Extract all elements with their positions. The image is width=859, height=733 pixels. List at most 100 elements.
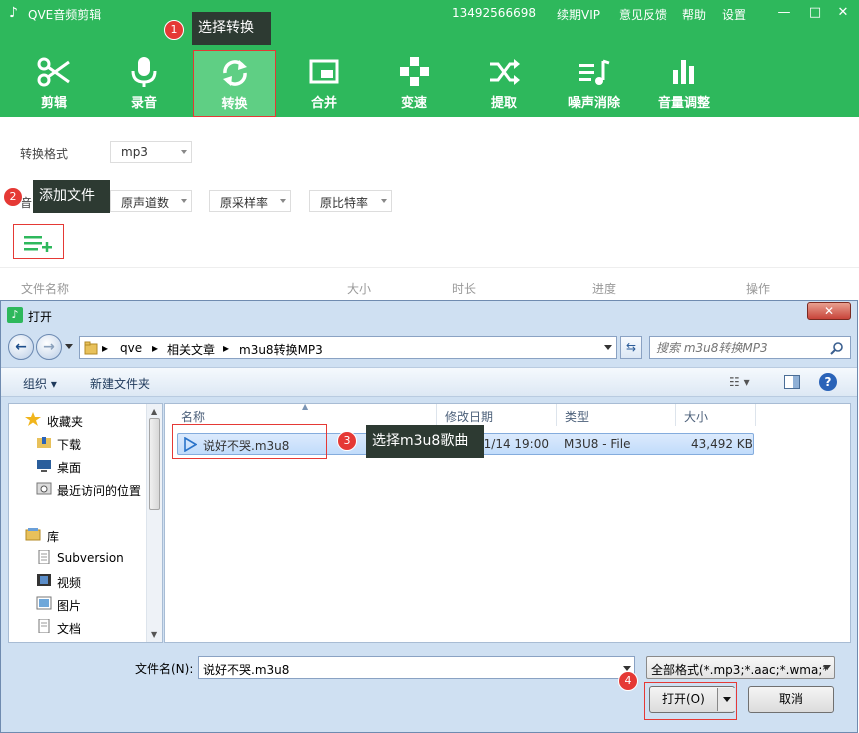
nav-label: Subversion — [57, 551, 124, 565]
preview-pane-icon[interactable] — [784, 375, 800, 389]
channels-value: 原声道数 — [121, 196, 170, 210]
scroll-down-icon[interactable]: ▼ — [151, 630, 157, 639]
speed-icon — [400, 57, 429, 86]
address-bar[interactable]: ▸ qve ▸ 相关文章 ▸ m3u8转换MP3 — [79, 336, 617, 359]
back-arrow-icon[interactable]: ← — [8, 334, 34, 360]
open-file-dialog: ♪ 打开 ✕ ← → ▸ qve ▸ 相关文章 ▸ m3u8转换MP3 ⇆ 组织… — [0, 300, 858, 733]
nav-label: 图片 — [57, 599, 82, 613]
help-icon[interactable]: ? — [819, 373, 837, 391]
nav-label: 视频 — [57, 576, 82, 590]
step-badge-1: 1 — [164, 20, 184, 40]
picture-icon — [36, 596, 52, 610]
col-size: 大小 — [347, 282, 372, 296]
chevron-down-icon — [181, 199, 187, 203]
close-button[interactable]: ✕ — [831, 2, 855, 24]
organize-menu[interactable]: 组织 ▾ — [23, 375, 57, 392]
microphone-icon — [131, 57, 157, 87]
step-tip-3: 选择m3u8歌曲 — [366, 425, 484, 458]
feedback-link[interactable]: 意见反馈 — [619, 6, 667, 23]
volume-icon — [673, 60, 694, 84]
help-link[interactable]: 帮助 — [682, 6, 706, 23]
refresh-button[interactable]: ⇆ — [620, 336, 642, 359]
merge-icon — [309, 59, 339, 84]
breadcrumb-qve[interactable]: qve — [120, 341, 142, 355]
chevron-right-icon: ▸ — [152, 341, 159, 355]
breadcrumb-related[interactable]: 相关文章 — [167, 341, 215, 358]
filename-field[interactable]: 说好不哭.m3u8 — [198, 656, 635, 679]
chevron-down-icon — [604, 345, 612, 350]
bitrate-select[interactable]: 原比特率 — [309, 190, 392, 212]
tool-label: 提取 — [490, 96, 517, 111]
maximize-button[interactable]: □ — [803, 2, 827, 24]
app-title: QVE音频剪辑 — [28, 8, 102, 22]
tool-volume[interactable]: 音量调整 — [644, 50, 724, 116]
chevron-down-icon — [181, 150, 187, 154]
breadcrumb-current[interactable]: m3u8转换MP3 — [239, 341, 323, 358]
title-bar: ♪ QVE音频剪辑 13492566698 续期VIP 意见反馈 帮助 设置 —… — [0, 0, 859, 28]
tool-extract[interactable]: 提取 — [464, 50, 544, 116]
sample-rate-value: 原采样率 — [220, 196, 269, 210]
chevron-right-icon: ▸ — [102, 341, 109, 355]
video-icon — [37, 574, 51, 586]
tool-label: 变速 — [400, 96, 427, 111]
filetype-select[interactable]: 全部格式(*.mp3;*.aac;*.wma;* — [646, 656, 835, 679]
tool-merge[interactable]: 合并 — [284, 50, 364, 116]
convert-icon — [222, 60, 247, 86]
music-note-icon: ♪ — [9, 5, 18, 21]
renew-vip-link[interactable]: 续期VIP — [557, 6, 600, 23]
file-size: 43,492 KB — [691, 437, 753, 451]
tool-speed[interactable]: 变速 — [374, 50, 454, 116]
minimize-button[interactable]: — — [772, 2, 796, 24]
settings-link[interactable]: 设置 — [722, 6, 746, 23]
phone-number: 13492566698 — [452, 6, 536, 20]
new-folder-button[interactable]: 新建文件夹 — [90, 375, 150, 392]
col-modified[interactable]: 修改日期 — [437, 404, 557, 426]
nav-label: 最近访问的位置 — [57, 484, 142, 498]
extract-icon — [490, 59, 520, 85]
col-progress: 进度 — [592, 282, 617, 296]
view-options-icon[interactable]: ☷ ▾ — [729, 375, 750, 389]
col-size[interactable]: 大小 — [676, 404, 756, 426]
nav-scrollbar[interactable]: ▲ ▼ — [146, 404, 162, 642]
history-nav: ← → — [8, 334, 78, 362]
sort-ascending-icon: ▲ — [302, 402, 309, 411]
forward-arrow-icon[interactable]: → — [36, 334, 62, 360]
file-row-highlight — [172, 424, 327, 459]
tool-convert[interactable]: 转换 — [193, 50, 276, 117]
nav-label: 收藏夹 — [47, 415, 84, 429]
sample-rate-select[interactable]: 原采样率 — [209, 190, 291, 212]
download-folder-icon — [37, 437, 51, 448]
col-filename: 文件名称 — [21, 282, 70, 296]
preview-pane-fill — [793, 376, 799, 388]
search-box[interactable] — [649, 336, 851, 359]
dialog-title: 打开 — [28, 310, 53, 324]
app-header: ♪ QVE音频剪辑 13492566698 续期VIP 意见反馈 帮助 设置 —… — [0, 0, 859, 117]
address-dropdown[interactable] — [600, 337, 616, 358]
cancel-button[interactable]: 取消 — [748, 686, 834, 713]
bitrate-value: 原比特率 — [320, 196, 369, 210]
channels-select[interactable]: 原声道数 — [110, 190, 192, 212]
tool-record[interactable]: 录音 — [104, 50, 184, 116]
desktop-icon — [37, 460, 51, 472]
history-dropdown-icon[interactable] — [65, 344, 73, 349]
command-bar: 组织 ▾ 新建文件夹 ☷ ▾ ? — [1, 367, 857, 397]
scrollbar-thumb[interactable] — [149, 418, 160, 510]
step-badge-2: 2 — [3, 187, 23, 207]
open-button-highlight — [644, 682, 737, 720]
search-icon — [830, 342, 843, 355]
step-badge-3: 3 — [337, 431, 357, 451]
tool-cut[interactable]: 剪辑 — [14, 50, 94, 116]
tool-label: 合并 — [310, 96, 337, 111]
format-select[interactable]: mp3 — [110, 141, 192, 163]
search-input[interactable] — [656, 340, 826, 356]
chevron-down-icon — [381, 199, 387, 203]
tool-label: 音量调整 — [657, 96, 710, 111]
add-file-button[interactable] — [13, 224, 64, 259]
format-label: 转换格式 — [20, 147, 69, 161]
chevron-down-icon[interactable] — [823, 665, 831, 670]
dialog-close-button[interactable]: ✕ — [807, 302, 851, 320]
refresh-icon: ⇆ — [625, 340, 637, 354]
col-type[interactable]: 类型 — [557, 404, 676, 426]
tool-noise-removal[interactable]: 噪声消除 — [554, 50, 634, 116]
scroll-up-icon[interactable]: ▲ — [151, 407, 157, 416]
